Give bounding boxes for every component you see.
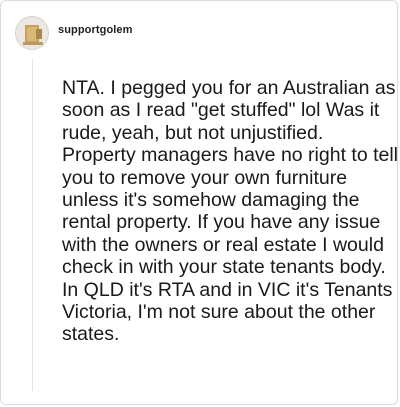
comment-card: supportgolem NTA. I pegged you for an Au…: [0, 0, 398, 405]
user-avatar-icon: [16, 17, 48, 49]
comment-author[interactable]: supportgolem: [58, 24, 133, 36]
comment-header: supportgolem: [15, 15, 133, 51]
comment-body: NTA. I pegged you for an Australian as s…: [62, 77, 399, 346]
thread-line[interactable]: [32, 59, 33, 391]
avatar[interactable]: [15, 16, 49, 50]
